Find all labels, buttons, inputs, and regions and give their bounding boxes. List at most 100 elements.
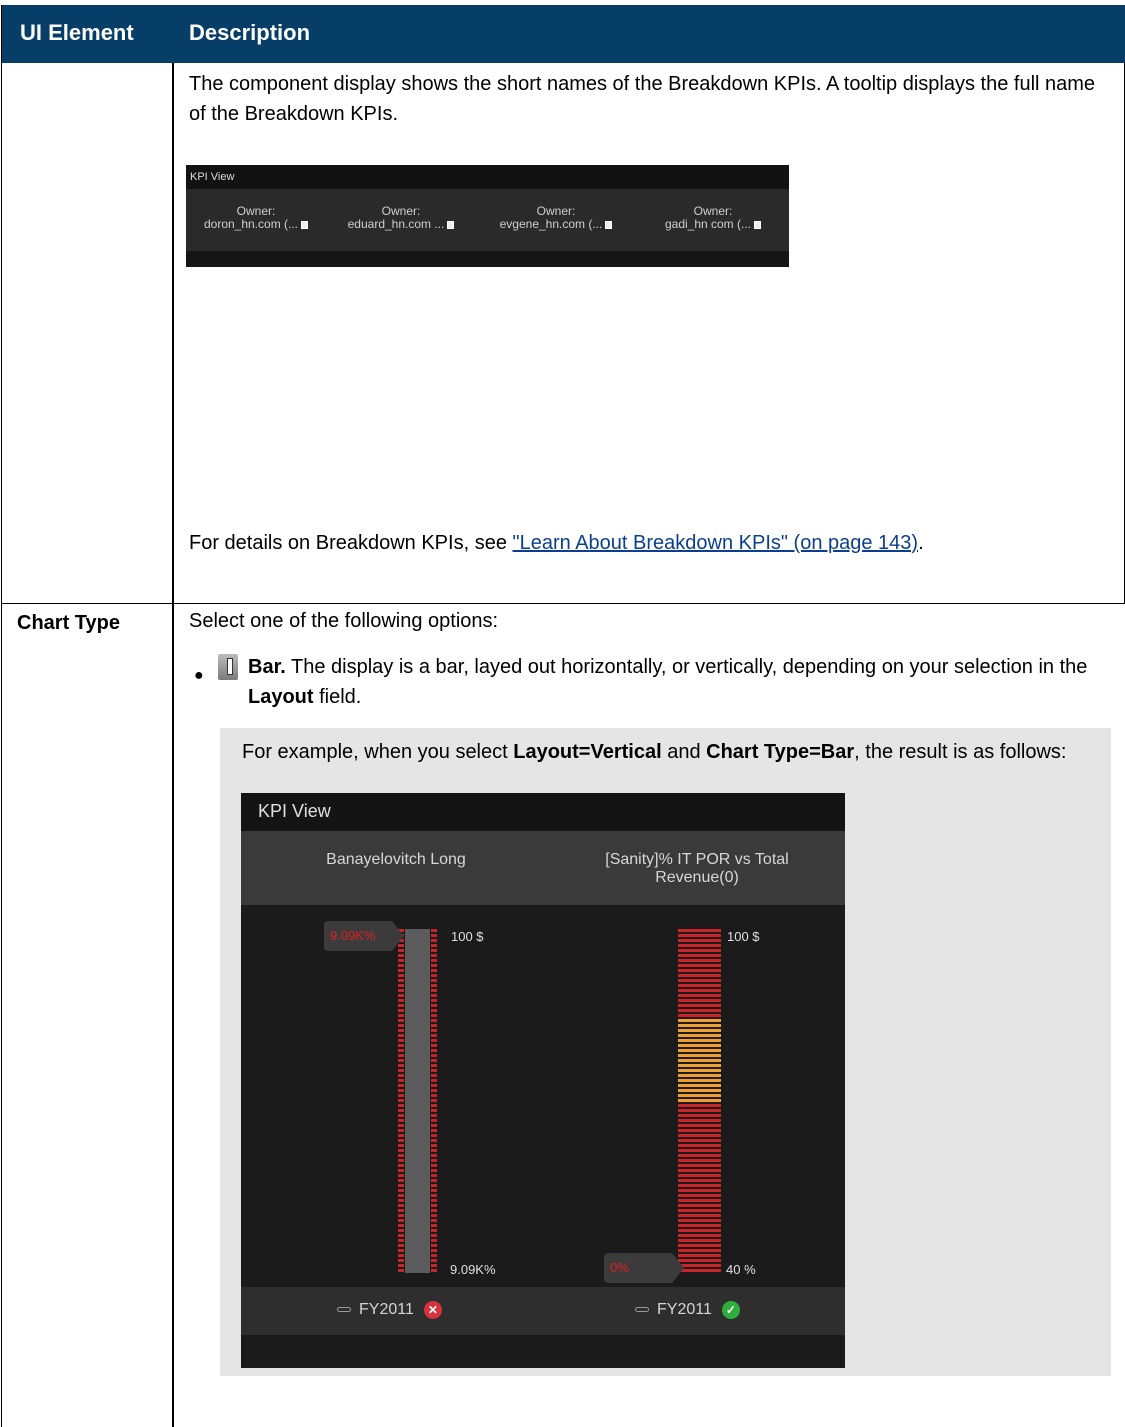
- document-icon: [301, 220, 309, 229]
- gauge-segment: [431, 1074, 437, 1077]
- gauge-segment: [398, 974, 404, 977]
- gauge-segment: [431, 1269, 437, 1272]
- gauge-segment: [678, 1204, 721, 1207]
- gauge-segment: [398, 1219, 404, 1222]
- gauge-segment: [398, 1099, 404, 1102]
- gauge-segment: [678, 1019, 721, 1022]
- gauge-segment: [431, 1174, 437, 1177]
- gauge-bottom-label: 40 %: [726, 1262, 756, 1277]
- gauge-segment: [398, 1179, 404, 1182]
- gauge-segment: [431, 1029, 437, 1032]
- footer-item: FY2011 ✕: [337, 1299, 442, 1321]
- gauge-segment: [398, 994, 404, 997]
- collapse-icon[interactable]: [337, 1307, 351, 1313]
- kpi-view-body: 100 $ 9.09K% 100 $ 40 % 9.09K% 0%: [241, 905, 845, 1287]
- gauge-segment: [431, 1239, 437, 1242]
- gauge-segment: [398, 1094, 404, 1097]
- gauge-segment: [678, 1239, 721, 1242]
- gauge-segment: [678, 989, 721, 992]
- gauge-segment: [431, 1189, 437, 1192]
- gauge-fill: [405, 929, 430, 1273]
- gauge-segment: [678, 934, 721, 937]
- row1-paragraph: The component display shows the short na…: [189, 73, 1096, 125]
- owner-item: Owner: gadi_hn com (...: [643, 205, 783, 231]
- gauge-segment: [398, 979, 404, 982]
- gauge-segment: [431, 1049, 437, 1052]
- gauge-segment: [678, 1244, 721, 1247]
- gauge-segment: [678, 1169, 721, 1172]
- gauge-segment: [398, 1194, 404, 1197]
- gauge-segment: [431, 1179, 437, 1182]
- gauge-segment: [678, 1259, 721, 1262]
- row2-intro: Select one of the following options:: [189, 610, 499, 632]
- gauge-segment: [678, 1164, 721, 1167]
- gauge-segment: [398, 1209, 404, 1212]
- gauge-segment: [678, 1264, 721, 1267]
- gauge-segment: [678, 954, 721, 957]
- gauge-segment: [431, 1259, 437, 1262]
- gauge-segment: [431, 989, 437, 992]
- gauge-segment: [398, 1144, 404, 1147]
- gauge-segment: [431, 1099, 437, 1102]
- gauge-segment: [431, 1159, 437, 1162]
- gauge-segment: [678, 1044, 721, 1047]
- collapse-icon[interactable]: [635, 1307, 649, 1313]
- gauge-segment: [398, 1214, 404, 1217]
- gauge-segment: [431, 959, 437, 962]
- gauge-segment: [431, 939, 437, 942]
- row1-details: For details on Breakdown KPIs, see "Lear…: [189, 532, 924, 554]
- gauge-segment: [678, 1084, 721, 1087]
- gauge-segment: [398, 989, 404, 992]
- gauge-segment: [431, 1134, 437, 1137]
- gauge-segment: [431, 994, 437, 997]
- gauge-segment: [678, 1104, 721, 1107]
- header-ui-element: UI Element: [20, 20, 134, 45]
- gauge-segment: [678, 1179, 721, 1182]
- gauge-segment: [678, 1189, 721, 1192]
- gauge-segment: [678, 1089, 721, 1092]
- gauge-segment: [431, 979, 437, 982]
- document-icon: [447, 220, 455, 229]
- gauge-segment: [398, 1229, 404, 1232]
- document-icon: [605, 220, 613, 229]
- gauge-segment: [678, 1234, 721, 1237]
- gauge-segment: [398, 1169, 404, 1172]
- gauge-segment: [431, 1044, 437, 1047]
- owner-item: Owner: eduard_hn.com ...: [331, 205, 471, 231]
- gauge-segment: [398, 1204, 404, 1207]
- gauge-chart: [398, 929, 721, 1273]
- gauge-segment: [431, 1109, 437, 1112]
- gauge-segment: [398, 984, 404, 987]
- gauge-segment: [398, 1079, 404, 1082]
- gauge-segment: [678, 1004, 721, 1007]
- gauge-segment: [431, 954, 437, 957]
- gauge-segment: [678, 1029, 721, 1032]
- breakdown-kpis-link[interactable]: "Learn About Breakdown KPIs" (on page 14…: [513, 532, 919, 554]
- gauge-segment: [431, 1009, 437, 1012]
- gauge-segment: [398, 1264, 404, 1267]
- gauge-segment: [398, 959, 404, 962]
- gauge-segment: [678, 1254, 721, 1257]
- gauge-segment: [398, 1239, 404, 1242]
- gauge-segment: [431, 1004, 437, 1007]
- gauge-segment: [678, 1114, 721, 1117]
- gauge-segment: [678, 1129, 721, 1132]
- gauge-segment: [678, 1119, 721, 1122]
- gauge-segment: [431, 1234, 437, 1237]
- gauge-segment: [678, 1154, 721, 1157]
- gauge-segment: [431, 1264, 437, 1267]
- gauge-segment: [678, 1099, 721, 1102]
- gauge-segment: [398, 969, 404, 972]
- gauge-segment: [431, 1224, 437, 1227]
- gauge-segment: [398, 1189, 404, 1192]
- gauge-segment: [678, 964, 721, 967]
- gauge-segment: [431, 984, 437, 987]
- gauge-segment: [678, 949, 721, 952]
- gauge-segment: [431, 1199, 437, 1202]
- row-divider: [2, 603, 1125, 604]
- example-text: For example, when you select Layout=Vert…: [242, 741, 1067, 763]
- gauge-segment: [431, 1154, 437, 1157]
- gauge-segment: [398, 1149, 404, 1152]
- bar-chart-icon: [218, 654, 238, 680]
- gauge-segment: [398, 1134, 404, 1137]
